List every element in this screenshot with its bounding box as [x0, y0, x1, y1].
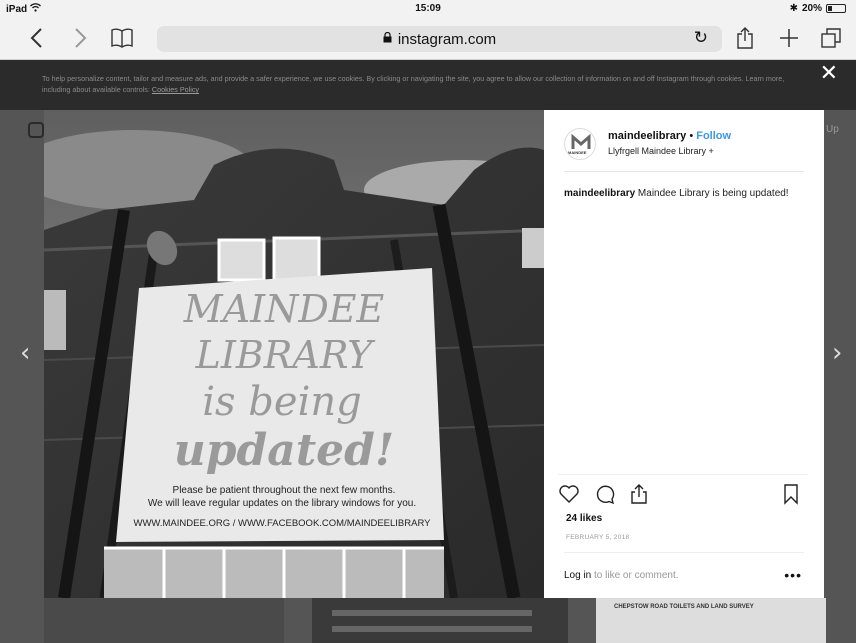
- thumbnail-sign-text: CHEPSTOW ROAD TOILETS AND LAND SURVEY: [614, 604, 754, 610]
- share-icon[interactable]: [628, 483, 650, 505]
- library-building-image: MAINDEE LIBRARY is being updated! Please…: [44, 110, 544, 598]
- cookies-policy-link[interactable]: Cookies Policy: [152, 85, 199, 94]
- banner-line-1: MAINDEE: [183, 287, 385, 331]
- post-photo: MAINDEE LIBRARY is being updated! Please…: [44, 110, 544, 598]
- comment-icon[interactable]: [594, 483, 616, 505]
- browser-toolbar: instagram.com ↻: [0, 18, 856, 60]
- post-header: MAINDEE maindeelibrary • Follow Llyfrgel…: [564, 124, 804, 172]
- bluetooth-icon: ✱: [789, 3, 798, 14]
- close-icon[interactable]: ✕: [820, 63, 838, 85]
- tabs-icon[interactable]: [816, 23, 846, 53]
- banner-line-4: updated!: [174, 425, 394, 476]
- thumbnail-1[interactable]: [44, 598, 284, 643]
- thumbnail-2[interactable]: [312, 598, 568, 643]
- login-link[interactable]: Log in: [564, 570, 591, 581]
- caption-username[interactable]: maindeelibrary: [564, 188, 635, 199]
- banner-small-text-1: Please be patient throughout the next fe…: [173, 485, 396, 496]
- lock-icon: [383, 31, 392, 46]
- post-location[interactable]: Llyfrgell Maindee Library +: [608, 146, 714, 156]
- separator: •: [686, 130, 697, 142]
- clock: 15:09: [415, 3, 441, 14]
- avatar-label: MAINDEE: [568, 150, 587, 155]
- banner-line-3: is being: [202, 379, 361, 425]
- back-button[interactable]: [21, 23, 51, 53]
- cookie-banner: To help personalize content, tailor and …: [0, 60, 856, 110]
- banner-url-text: WWW.MAINDEE.ORG / WWW.FACEBOOK.COM/MAIND…: [134, 518, 432, 529]
- likes-count[interactable]: 24 likes: [566, 513, 602, 524]
- previous-post-arrow[interactable]: ‹: [20, 338, 30, 368]
- reload-icon[interactable]: ↻: [694, 28, 708, 48]
- new-tab-icon[interactable]: [774, 23, 804, 53]
- post-date: FEBRUARY 5, 2018: [566, 534, 630, 541]
- follow-button[interactable]: Follow: [696, 130, 731, 142]
- post-username-line: maindeelibrary • Follow: [608, 130, 731, 142]
- bookmarks-icon[interactable]: [107, 23, 137, 53]
- battery-percent: 20%: [801, 3, 822, 14]
- post-details-panel: MAINDEE maindeelibrary • Follow Llyfrgel…: [544, 110, 824, 598]
- banner-small-text-2: We will leave regular updates on the lib…: [148, 498, 416, 509]
- share-icon[interactable]: [730, 23, 760, 53]
- banner-line-2: LIBRARY: [195, 333, 377, 377]
- caption-text: Maindee Library is being updated!: [635, 188, 789, 199]
- battery-indicator: ✱ 20%: [790, 3, 846, 14]
- post-actions: [558, 474, 808, 506]
- heart-icon[interactable]: [558, 483, 580, 505]
- next-post-arrow[interactable]: ›: [832, 338, 842, 368]
- bookmark-icon[interactable]: [780, 483, 802, 505]
- address-bar[interactable]: instagram.com ↻: [157, 26, 722, 52]
- login-prompt: Log in to like or comment. •••: [564, 552, 804, 598]
- thumbnail-3[interactable]: CHEPSTOW ROAD TOILETS AND LAND SURVEY: [596, 598, 826, 643]
- login-text: to like or comment.: [591, 570, 679, 581]
- background-signup-text: Up: [826, 124, 839, 135]
- post-username[interactable]: maindeelibrary: [608, 130, 686, 142]
- battery-icon: [826, 4, 846, 13]
- instagram-logo-icon: [28, 122, 44, 138]
- avatar[interactable]: MAINDEE: [564, 128, 596, 160]
- post-caption: maindeelibrary Maindee Library is being …: [564, 187, 804, 200]
- status-bar: iPad 15:09 ✱ 20%: [0, 0, 856, 18]
- url-text: instagram.com: [397, 30, 497, 48]
- forward-button[interactable]: [66, 23, 96, 53]
- more-options-icon[interactable]: •••: [784, 567, 802, 583]
